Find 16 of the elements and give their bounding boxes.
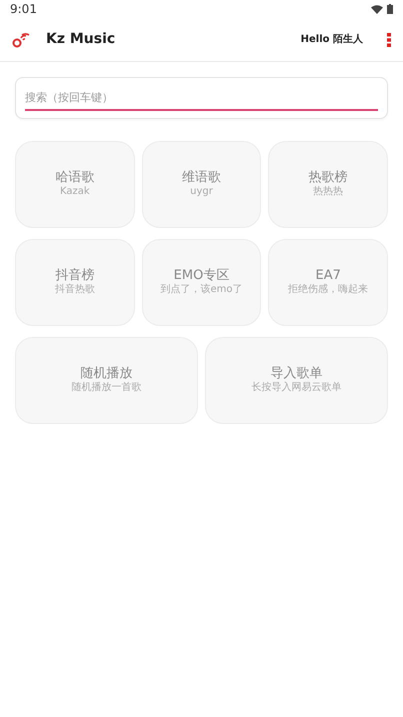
search-field[interactable]: 搜索（按回车键） [15,77,388,118]
category-tile[interactable]: 维语歌 uygr [142,140,262,228]
category-tile[interactable]: 随机播放 随机播放一首歌 [15,336,198,424]
category-tile[interactable]: 热歌榜 热热热 [268,140,388,228]
status-time: 9:01 [10,1,37,18]
category-tile[interactable]: 导入歌单 长按导入网易云歌单 [205,336,388,424]
app-title: Kz Music [46,30,116,49]
more-menu-icon[interactable] [387,32,391,46]
greeting-text: Hello 陌生人 [300,32,363,47]
logo-icon [12,32,30,48]
category-tile[interactable]: 抖音榜 抖音热歌 [15,238,135,326]
wifi-icon [371,4,383,14]
category-tile[interactable]: EMO专区 到点了，该emo了 [142,238,262,326]
battery-icon [387,4,393,14]
category-tile[interactable]: 哈语歌 Kazak [15,140,135,228]
category-tile[interactable]: EA7 拒绝伤感，嗨起来 [268,238,388,326]
